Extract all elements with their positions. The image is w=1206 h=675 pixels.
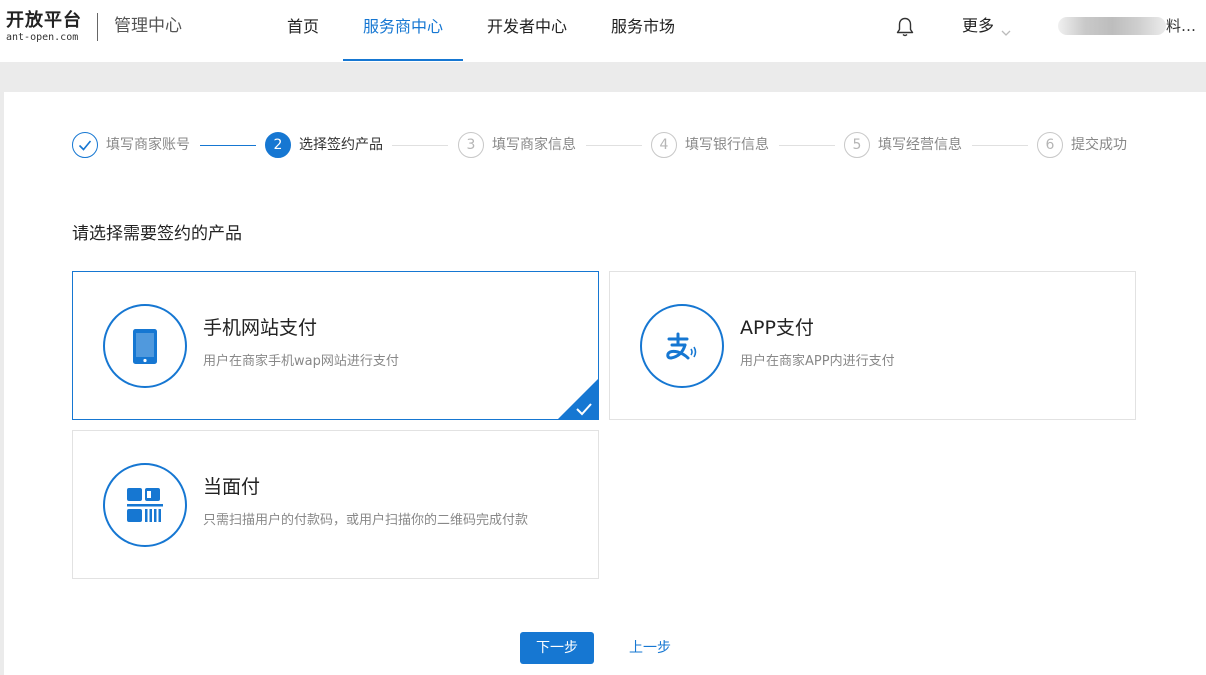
step-6-number: 6 bbox=[1037, 132, 1063, 158]
step-5-number: 5 bbox=[844, 132, 870, 158]
product-desc: 用户在商家APP内进行支付 bbox=[740, 354, 895, 369]
page-left-gutter bbox=[0, 92, 4, 675]
qr-code-icon bbox=[103, 463, 187, 547]
check-icon bbox=[72, 132, 98, 158]
product-title: 手机网站支付 bbox=[203, 317, 318, 339]
nav-service-provider-center[interactable]: 服务商中心 bbox=[363, 0, 443, 62]
product-card-mobile-web-pay[interactable]: 手机网站支付 用户在商家手机wap网站进行支付 bbox=[72, 271, 599, 420]
logo-sub-text: ant-open.com bbox=[6, 32, 79, 43]
step-3-number: 3 bbox=[458, 132, 484, 158]
logo-divider bbox=[97, 13, 98, 41]
step-5-label: 填写经营信息 bbox=[878, 137, 962, 153]
product-desc: 只需扫描用户的付款码，或用户扫描你的二维码完成付款 bbox=[203, 513, 529, 528]
step-connector-4 bbox=[779, 145, 835, 146]
step-6-label: 提交成功 bbox=[1071, 137, 1127, 153]
previous-step-link[interactable]: 上一步 bbox=[629, 638, 671, 658]
selected-check-icon bbox=[558, 379, 598, 419]
step-2-label: 选择签约产品 bbox=[299, 137, 383, 153]
product-title: APP支付 bbox=[740, 317, 814, 339]
user-name-tail[interactable]: 料… bbox=[1166, 15, 1196, 37]
alipay-app-icon bbox=[640, 304, 724, 388]
step-4-number: 4 bbox=[651, 132, 677, 158]
step-2-number: 2 bbox=[265, 132, 291, 158]
product-desc: 用户在商家手机wap网站进行支付 bbox=[203, 354, 399, 369]
nav-service-market[interactable]: 服务市场 bbox=[611, 0, 675, 62]
step-connector-3 bbox=[586, 145, 642, 146]
nav-home[interactable]: 首页 bbox=[287, 0, 319, 62]
step-1-label: 填写商家账号 bbox=[106, 137, 190, 153]
section-title: 请选择需要签约的产品 bbox=[72, 224, 242, 244]
user-name-blurred[interactable] bbox=[1058, 17, 1166, 35]
nav-active-underline bbox=[343, 59, 463, 61]
more-label: 更多 bbox=[962, 16, 995, 35]
mobile-phone-icon bbox=[103, 304, 187, 388]
portal-title: 管理中心 bbox=[114, 16, 182, 36]
logo-main-text: 开放平台 bbox=[6, 10, 82, 31]
header-divider-band bbox=[0, 62, 1206, 92]
more-menu[interactable]: 更多 bbox=[962, 15, 1012, 37]
step-connector-1 bbox=[200, 145, 256, 146]
step-4-label: 填写银行信息 bbox=[685, 137, 769, 153]
top-header: 开放平台 ant-open.com 管理中心 首页 服务商中心 开发者中心 服务… bbox=[0, 0, 1206, 62]
product-card-app-pay[interactable]: APP支付 用户在商家APP内进行支付 bbox=[609, 271, 1136, 420]
product-card-face-to-face-pay[interactable]: 当面付 只需扫描用户的付款码，或用户扫描你的二维码完成付款 bbox=[72, 430, 599, 579]
nav-developer-center[interactable]: 开发者中心 bbox=[487, 0, 567, 62]
chevron-down-icon bbox=[1000, 22, 1012, 36]
step-connector-2 bbox=[392, 145, 448, 146]
step-3-label: 填写商家信息 bbox=[492, 137, 576, 153]
bell-icon[interactable] bbox=[895, 16, 915, 38]
logo[interactable]: 开放平台 ant-open.com bbox=[6, 10, 88, 44]
step-connector-5 bbox=[972, 145, 1028, 146]
next-step-button[interactable]: 下一步 bbox=[520, 632, 594, 664]
product-title: 当面付 bbox=[203, 476, 261, 498]
